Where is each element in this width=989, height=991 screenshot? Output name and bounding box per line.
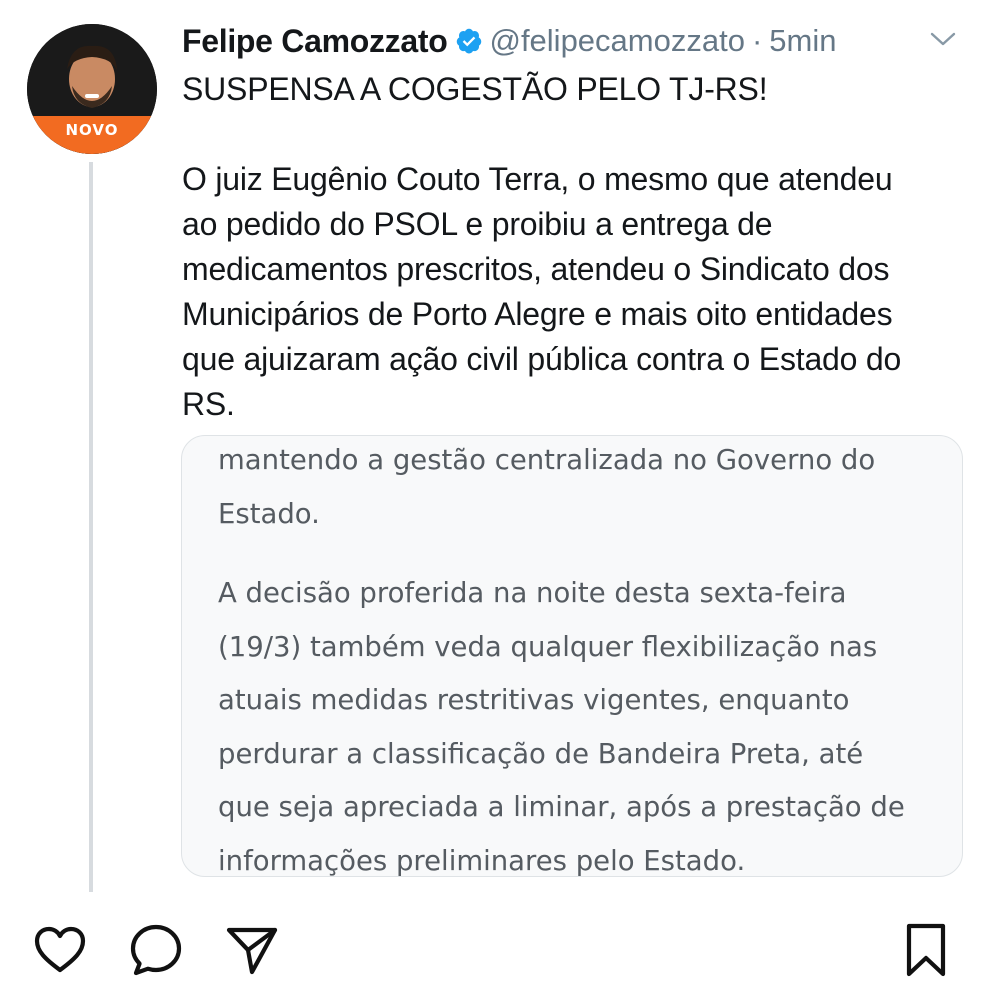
excerpt-line: que seja apreciada a liminar, após a pre… bbox=[218, 791, 905, 823]
chevron-down-icon[interactable] bbox=[928, 24, 958, 54]
reply-button[interactable] bbox=[126, 920, 186, 980]
article-excerpt: mantendo a gestão centralizada no Govern… bbox=[218, 436, 948, 877]
avatar-badge: NOVO bbox=[27, 116, 157, 154]
heart-icon bbox=[34, 926, 86, 973]
tweet-body-line: Municipários de Porto Alegre e mais oito… bbox=[182, 296, 893, 332]
tweet-header: Felipe Camozzato @felipecamozzato · 5min bbox=[182, 19, 836, 63]
share-button[interactable] bbox=[222, 920, 282, 980]
tweet-headline: SUSPENSA A COGESTÃO PELO TJ-RS! bbox=[182, 71, 768, 107]
excerpt-line: atuais medidas restritivas vigentes, enq… bbox=[218, 684, 850, 716]
tweet-body-line: medicamentos prescritos, atendeu o Sindi… bbox=[182, 251, 890, 287]
bookmark-icon bbox=[906, 923, 946, 977]
like-button[interactable] bbox=[30, 920, 90, 980]
thread-line bbox=[89, 162, 93, 892]
tweet-timestamp[interactable]: 5min bbox=[769, 23, 836, 59]
tweet-body-line: ao pedido do PSOL e proibiu a entrega de bbox=[182, 206, 773, 242]
tweet-body-line: que ajuizaram ação civil pública contra … bbox=[182, 341, 902, 377]
tweet-text: SUSPENSA A COGESTÃO PELO TJ-RS! O juiz E… bbox=[182, 67, 972, 427]
author-name[interactable]: Felipe Camozzato bbox=[182, 23, 448, 60]
action-bar bbox=[0, 910, 989, 991]
excerpt-line: mantendo a gestão centralizada no Govern… bbox=[218, 444, 876, 476]
excerpt-line: perdurar a classificação de Bandeira Pre… bbox=[218, 737, 864, 770]
excerpt-line: informações preliminares pelo Estado. bbox=[218, 844, 746, 877]
meta-separator: · bbox=[751, 23, 763, 58]
author-handle[interactable]: @felipecamozzato bbox=[489, 23, 744, 59]
avatar[interactable]: NOVO bbox=[27, 24, 157, 154]
verified-badge-icon bbox=[457, 28, 482, 54]
tweet-body-line: O juiz Eugênio Couto Terra, o mesmo que … bbox=[182, 161, 893, 197]
excerpt-line: (19/3) também veda qualquer flexibilizaç… bbox=[218, 630, 878, 663]
send-icon bbox=[226, 927, 278, 975]
attached-image[interactable]: mantendo a gestão centralizada no Govern… bbox=[181, 435, 963, 877]
excerpt-line: A decisão proferida na noite desta sexta… bbox=[218, 577, 847, 609]
excerpt-line: Estado. bbox=[218, 497, 320, 530]
comment-icon bbox=[130, 924, 182, 976]
bookmark-button[interactable] bbox=[896, 920, 956, 980]
tweet-body-line: RS. bbox=[182, 386, 235, 422]
